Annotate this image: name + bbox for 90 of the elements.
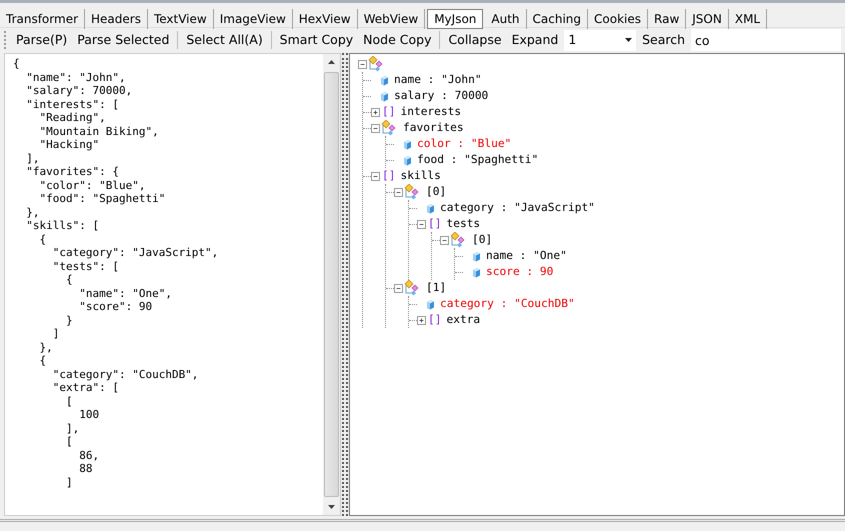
- tree-node-label[interactable]: interests: [400, 104, 462, 120]
- cube-icon: [403, 138, 412, 150]
- cube-icon: [426, 298, 435, 310]
- cube-icon: [472, 250, 481, 262]
- scroll-thumb[interactable]: [324, 72, 339, 497]
- code-line: ],: [25, 152, 40, 165]
- code-line: "tests": [: [52, 260, 120, 273]
- tree-node-label[interactable]: [0]: [426, 184, 446, 200]
- toolbar-button[interactable]: Parse Selected: [73, 30, 174, 50]
- object-node-icon: [449, 232, 467, 248]
- code-line: {: [38, 354, 48, 368]
- code-line: "salary": 70000,: [25, 84, 134, 98]
- code-line: 86,: [78, 448, 100, 462]
- object-node-icon: [380, 120, 398, 136]
- code-line: "category": "CouchDB",: [52, 368, 200, 381]
- tree-node-label[interactable]: skills: [400, 168, 441, 184]
- object-node-icon: [403, 184, 421, 200]
- object-node-icon: [367, 56, 385, 72]
- code-line: 88: [78, 462, 94, 476]
- toolbar-button[interactable]: Expand: [508, 30, 562, 50]
- code-line: "skills": [: [25, 219, 100, 232]
- code-line: "Hacking": [38, 138, 100, 152]
- collapse-icon[interactable]: [417, 220, 426, 228]
- tree-node-label[interactable]: [0]: [472, 232, 492, 248]
- cube-icon: [426, 202, 435, 214]
- code-line: {: [38, 232, 48, 246]
- cube-icon: [380, 90, 389, 102]
- tree-node-label[interactable]: score : 90: [486, 264, 554, 280]
- code-line: },: [25, 206, 40, 219]
- tree-node-label[interactable]: name : "One": [486, 248, 567, 264]
- cube-icon: [380, 74, 389, 86]
- code-line: }: [64, 314, 74, 327]
- toolbar-button[interactable]: Smart Copy: [276, 30, 358, 50]
- code-line: "Mountain Biking",: [38, 124, 160, 138]
- code-line: "name": "John",: [25, 70, 127, 84]
- code-line: ],: [64, 422, 80, 435]
- toolbar-button[interactable]: Search: [638, 30, 690, 50]
- tree-node-label[interactable]: tests: [446, 216, 480, 232]
- code-line: "extra": [: [52, 381, 120, 394]
- toolbar-button[interactable]: Parse(P): [12, 30, 72, 50]
- tree-node-label[interactable]: salary : 70000: [394, 88, 488, 104]
- tree-node-label[interactable]: extra: [446, 312, 480, 328]
- code-line: "Reading",: [38, 111, 107, 124]
- array-bracket-icon: []: [428, 312, 442, 328]
- code-line: ]: [64, 476, 74, 489]
- tab[interactable]: MyJson: [427, 9, 484, 29]
- code-line: "interests": [: [25, 98, 120, 111]
- code-line: "favorites": {: [25, 165, 120, 178]
- code-line: "score": 90: [78, 300, 154, 314]
- expand-icon[interactable]: [417, 316, 426, 324]
- collapse-icon[interactable]: [394, 284, 403, 292]
- code-line: [: [64, 435, 74, 448]
- tree-node-label[interactable]: favorites: [403, 120, 464, 136]
- collapse-icon[interactable]: [371, 124, 380, 132]
- search-field[interactable]: co: [691, 29, 842, 51]
- collapse-icon[interactable]: [358, 60, 367, 68]
- array-bracket-icon: []: [428, 216, 442, 232]
- dropdown-caret-icon: [625, 38, 632, 42]
- code-line: "color": "Blue",: [38, 178, 146, 192]
- collapse-icon[interactable]: [440, 236, 449, 244]
- code-line: ]: [52, 327, 60, 340]
- expand-level-dropdown[interactable]: 1: [564, 30, 636, 50]
- collapse-icon[interactable]: [371, 172, 380, 180]
- collapse-icon[interactable]: [394, 188, 403, 196]
- code-line: "food": "Spaghetti": [38, 192, 166, 206]
- tree-node-label[interactable]: [1]: [426, 280, 446, 296]
- array-bracket-icon: []: [382, 168, 396, 184]
- dropdown-value: 1: [568, 30, 576, 49]
- cube-icon: [403, 154, 412, 166]
- tree-node-label[interactable]: food : "Spaghetti": [417, 152, 538, 168]
- code-line: },: [38, 340, 54, 354]
- object-node-icon: [403, 280, 421, 296]
- tree-node-label[interactable]: category : "JavaScript": [440, 200, 595, 216]
- toolbar-button[interactable]: Select All(A): [182, 30, 267, 50]
- expand-icon[interactable]: [371, 108, 380, 116]
- tree-node-label[interactable]: color : "Blue": [417, 136, 512, 152]
- array-bracket-icon: []: [382, 104, 396, 120]
- code-line: "name": "One",: [78, 286, 173, 300]
- scrollbar[interactable]: [323, 54, 340, 515]
- code-line: 100: [78, 408, 100, 422]
- code-line: {: [13, 57, 21, 70]
- code-line: "category": "JavaScript",: [52, 246, 220, 260]
- toolbar-button[interactable]: Collapse: [444, 30, 506, 50]
- tree-node-label[interactable]: category : "CouchDB": [440, 296, 575, 312]
- code-line: [: [64, 394, 74, 408]
- code-line: {: [64, 273, 74, 286]
- cube-icon: [472, 266, 481, 278]
- tree-node-label[interactable]: name : "John": [394, 72, 482, 88]
- toolbar-button[interactable]: Node Copy: [359, 30, 436, 50]
- toolbar-grip[interactable]: [4, 31, 7, 49]
